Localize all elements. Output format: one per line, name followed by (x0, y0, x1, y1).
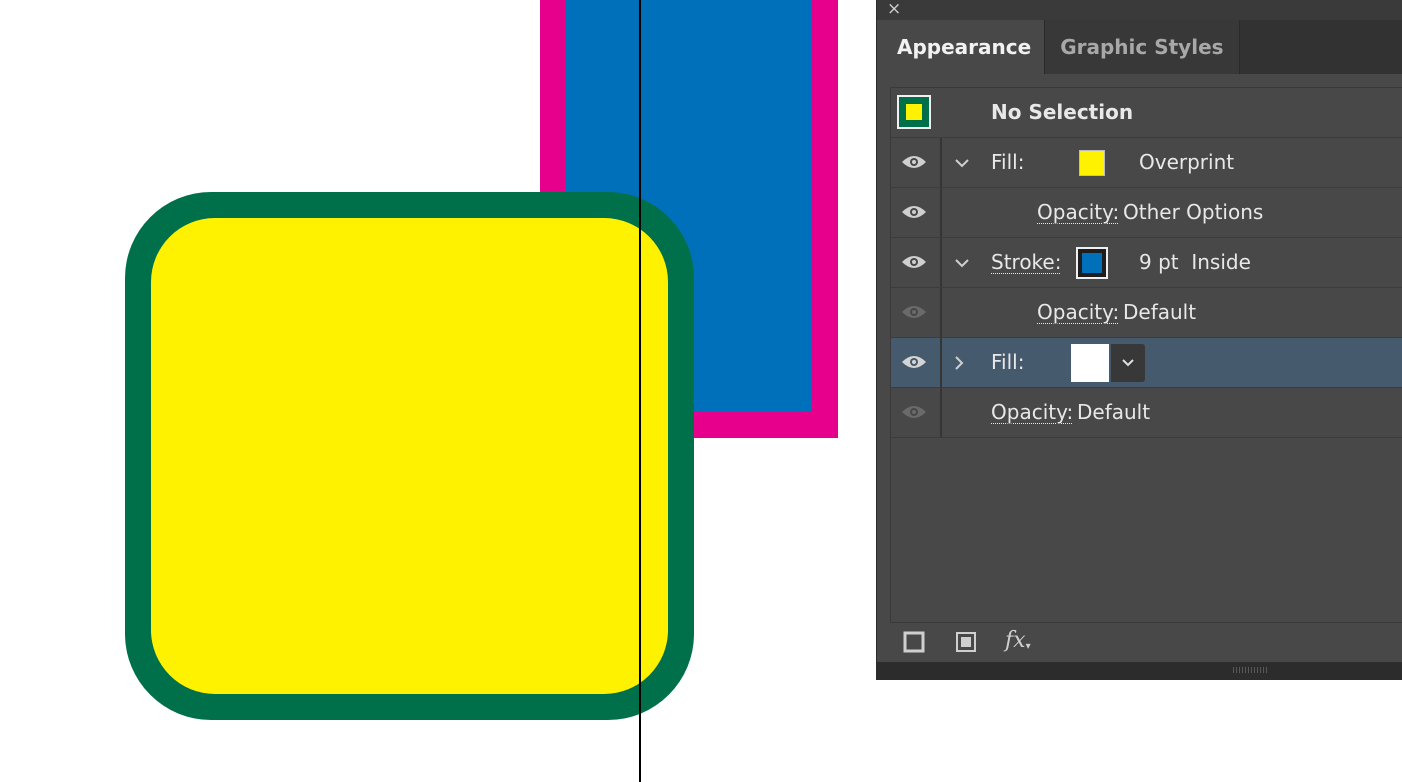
chevron-down-icon[interactable] (954, 155, 970, 171)
visibility-eye-icon[interactable] (901, 404, 927, 420)
visibility-eye-icon[interactable] (901, 254, 927, 270)
add-new-stroke-icon[interactable] (903, 631, 925, 653)
fill-label: Fill: (991, 150, 1025, 174)
opacity-link[interactable]: Opacity: (991, 388, 1073, 437)
tab-graphic-styles[interactable]: Graphic Styles (1045, 20, 1240, 74)
visibility-eye-icon[interactable] (901, 354, 927, 370)
opacity-value: Default (1077, 400, 1151, 424)
opacity-attribute-row[interactable]: Opacity: Default (891, 288, 1402, 338)
opacity-link[interactable]: Opacity: (1037, 288, 1119, 337)
fill-attribute-row-selected[interactable]: Fill: (891, 338, 1402, 388)
panel-title-bar[interactable]: × (877, 0, 1402, 20)
swatch-dropdown-button[interactable] (1111, 344, 1145, 382)
fill-value: Overprint (1139, 150, 1235, 174)
visibility-eye-icon[interactable] (901, 304, 927, 320)
close-icon[interactable]: × (887, 0, 901, 19)
chevron-right-icon[interactable] (951, 355, 967, 371)
vertical-guide-line[interactable] (639, 0, 641, 782)
opacity-value: Default (1123, 300, 1197, 324)
tab-appearance[interactable]: Appearance (877, 20, 1046, 74)
panel-footer: fx▾ (877, 623, 1402, 663)
opacity-attribute-row[interactable]: Opacity: Other Options (891, 188, 1402, 238)
fill-color-swatch[interactable] (1079, 150, 1105, 176)
fill-label: Fill: (991, 350, 1025, 374)
panel-tab-bar: Appearance Graphic Styles (877, 20, 1402, 74)
appearance-list: No Selection Fill: Overprint Opacity: Ot… (890, 87, 1402, 623)
panel-resize-handle[interactable] (877, 662, 1402, 680)
fill-color-swatch[interactable] (1071, 344, 1109, 382)
selection-label: No Selection (991, 100, 1134, 124)
add-new-fill-icon[interactable] (955, 631, 977, 653)
selection-thumbnail (897, 95, 931, 129)
stroke-value[interactable]: 9 pt Inside (1139, 238, 1251, 287)
add-new-effect-icon[interactable]: fx▾ (1005, 627, 1031, 661)
visibility-eye-icon[interactable] (901, 204, 927, 220)
stroke-attribute-row[interactable]: Stroke: 9 pt Inside (891, 238, 1402, 288)
yellow-rounded-square[interactable] (151, 218, 668, 694)
visibility-eye-icon[interactable] (901, 154, 927, 170)
appearance-panel: × Appearance Graphic Styles No Selection… (876, 0, 1402, 680)
chevron-down-icon[interactable] (954, 255, 970, 271)
opacity-link[interactable]: Opacity: (1037, 188, 1119, 237)
stroke-link[interactable]: Stroke: (991, 238, 1061, 287)
fill-attribute-row[interactable]: Fill: Overprint (891, 138, 1402, 188)
stroke-color-swatch[interactable] (1076, 247, 1108, 279)
opacity-value: Other Options (1123, 200, 1264, 224)
chevron-down-icon (1122, 359, 1134, 367)
selection-header-row: No Selection (891, 88, 1402, 138)
opacity-attribute-row[interactable]: Opacity: Default (891, 388, 1402, 438)
